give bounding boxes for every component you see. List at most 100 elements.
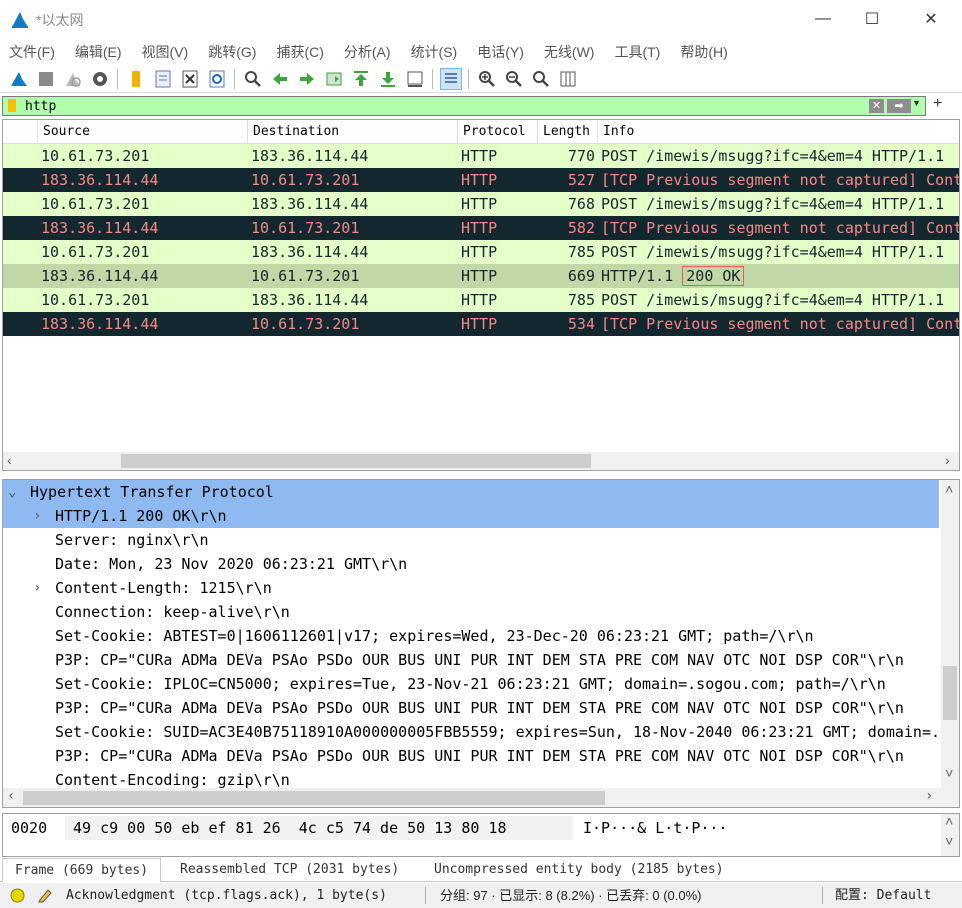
first-packet-icon[interactable] xyxy=(350,68,372,90)
add-filter-button[interactable]: + xyxy=(933,95,942,113)
resize-columns-icon[interactable] xyxy=(557,68,579,90)
menu-tools[interactable]: 工具(T) xyxy=(614,42,660,62)
back-arrow-icon[interactable] xyxy=(269,68,291,90)
detail-line[interactable]: Set-Cookie: ABTEST=0|1606112601|v17; exp… xyxy=(3,624,939,648)
colorize-icon[interactable] xyxy=(439,67,462,90)
detail-line[interactable]: Server: nginx\r\n xyxy=(3,528,939,552)
minimize-button[interactable]: — xyxy=(800,0,846,38)
column-destination[interactable]: Destination xyxy=(247,120,457,144)
display-filter-input[interactable] xyxy=(25,98,865,115)
packet-length: 534 xyxy=(567,315,595,333)
autoscroll-icon[interactable] xyxy=(404,68,426,90)
bytes-ascii[interactable]: I·P···& L·t·P··· xyxy=(583,816,728,840)
zoom-normal-icon[interactable] xyxy=(530,68,552,90)
menu-wireless[interactable]: 无线(W) xyxy=(544,42,595,62)
packet-row[interactable]: 183.36.114.44 10.61.73.201 HTTP 669 HTTP/1.1… xyxy=(3,264,959,288)
main-toolbar xyxy=(0,65,962,93)
forward-arrow-icon[interactable] xyxy=(296,68,318,90)
detail-line[interactable]: › Content-Length: 1215\r\n xyxy=(3,576,939,600)
packet-protocol: HTTP xyxy=(461,219,498,237)
packet-row[interactable]: 10.61.73.201 183.36.114.44 HTTP 770 POST /im… xyxy=(3,144,959,168)
save-file-icon[interactable] xyxy=(152,68,174,90)
shark-fin-start-icon[interactable] xyxy=(8,68,30,90)
expand-chevron-icon[interactable]: › xyxy=(33,576,41,600)
expert-info-led-icon[interactable] xyxy=(10,888,25,903)
tab-uncompressed-body[interactable]: Uncompressed entity body (2185 bytes) xyxy=(422,858,736,882)
packet-row[interactable]: 10.61.73.201 183.36.114.44 HTTP 768 POST /im… xyxy=(3,192,959,216)
packet-row[interactable]: 183.36.114.44 10.61.73.201 HTTP 527 [TCP Pre… xyxy=(3,168,959,192)
column-source[interactable]: Source xyxy=(37,120,247,144)
apply-filter-icon[interactable]: ➡ xyxy=(887,99,911,113)
menu-statistics[interactable]: 统计(S) xyxy=(411,42,458,62)
stop-icon[interactable] xyxy=(35,68,57,90)
menu-capture[interactable]: 捕获(C) xyxy=(276,42,323,62)
detail-line[interactable]: Connection: keep-alive\r\n xyxy=(3,600,939,624)
packet-row[interactable]: 183.36.114.44 10.61.73.201 HTTP 534 [TCP Pre… xyxy=(3,312,959,336)
go-to-packet-icon[interactable] xyxy=(323,68,345,90)
display-filter-box: ✕ ➡ xyxy=(2,96,926,116)
tab-frame[interactable]: Frame (669 bytes) xyxy=(2,858,162,882)
collapse-chevron-icon[interactable]: ⌄ xyxy=(8,480,16,504)
details-hscrollbar[interactable]: ‹ › xyxy=(3,788,959,807)
scrollbar-thumb[interactable] xyxy=(23,791,605,805)
packet-row[interactable]: 10.61.73.201 183.36.114.44 HTTP 785 POST /im… xyxy=(3,288,959,312)
detail-line[interactable]: P3P: CP="CURa ADMa DEVa PSAo PSDo OUR BU… xyxy=(3,648,939,672)
detail-line[interactable]: ⌄ Hypertext Transfer Protocol xyxy=(3,480,939,504)
bytes-hex[interactable]: 49 c9 00 50 eb ef 81 26 4c c5 74 de 50 1… xyxy=(73,816,506,840)
packet-list-hscrollbar[interactable]: ‹ › xyxy=(3,452,959,470)
title-bar: *以太网 — ☐ ✕ xyxy=(0,0,962,38)
packet-row[interactable]: 183.36.114.44 10.61.73.201 HTTP 582 [TCP Pre… xyxy=(3,216,959,240)
packet-destination: 183.36.114.44 xyxy=(251,195,369,213)
scrollbar-thumb[interactable] xyxy=(121,454,591,468)
scroll-up-icon[interactable]: ˄ xyxy=(945,482,953,499)
status-profile[interactable]: 配置: Default xyxy=(835,883,931,908)
filter-history-dropdown[interactable]: ▼ xyxy=(912,98,921,108)
packet-length: 770 xyxy=(567,147,595,165)
packet-row[interactable]: 10.61.73.201 183.36.114.44 HTTP 785 POST /im… xyxy=(3,240,959,264)
detail-line[interactable]: Set-Cookie: IPLOC=CN5000; expires=Tue, 2… xyxy=(3,672,939,696)
column-length[interactable]: Length xyxy=(537,120,597,144)
tab-reassembled-tcp[interactable]: Reassembled TCP (2031 bytes) xyxy=(168,858,411,882)
scroll-up-icon[interactable]: ˄ xyxy=(945,814,953,831)
open-folder-icon[interactable] xyxy=(125,68,147,90)
menu-help[interactable]: 帮助(H) xyxy=(680,42,727,62)
close-button[interactable]: ✕ xyxy=(908,0,954,38)
menu-analyze[interactable]: 分析(A) xyxy=(344,42,391,62)
scroll-left-icon[interactable]: ‹ xyxy=(7,788,15,804)
last-packet-icon[interactable] xyxy=(377,68,399,90)
edit-comment-icon[interactable] xyxy=(37,887,53,903)
menu-telephony[interactable]: 电话(Y) xyxy=(477,42,524,62)
clear-filter-icon[interactable]: ✕ xyxy=(869,99,884,113)
detail-line[interactable]: P3P: CP="CURa ADMa DEVa PSAo PSDo OUR BU… xyxy=(3,744,939,768)
scroll-right-icon[interactable]: › xyxy=(945,452,950,468)
toolbar-separator xyxy=(117,68,118,89)
scroll-left-icon[interactable]: ‹ xyxy=(7,452,12,468)
options-gear-icon[interactable] xyxy=(89,68,111,90)
close-file-icon[interactable] xyxy=(179,68,201,90)
expand-chevron-icon[interactable]: › xyxy=(33,504,41,528)
restart-icon[interactable] xyxy=(62,68,84,90)
reload-icon[interactable] xyxy=(206,68,228,90)
zoom-out-icon[interactable] xyxy=(503,68,525,90)
column-info[interactable]: Info xyxy=(597,120,959,144)
detail-line[interactable]: Set-Cookie: SUID=AC3E40B75118910A0000000… xyxy=(3,720,939,744)
detail-line[interactable]: Date: Mon, 23 Nov 2020 06:23:21 GMT\r\n xyxy=(3,552,939,576)
menu-go[interactable]: 跳转(G) xyxy=(208,42,256,62)
maximize-button[interactable]: ☐ xyxy=(849,0,895,38)
scroll-right-icon[interactable]: › xyxy=(925,788,933,804)
column-protocol[interactable]: Protocol xyxy=(457,120,537,144)
scroll-down-icon[interactable]: ˅ xyxy=(945,834,953,851)
details-vscrollbar[interactable]: ˄ ˅ xyxy=(941,480,959,788)
detail-line[interactable]: P3P: CP="CURa ADMa DEVa PSAo PSDo OUR BU… xyxy=(3,696,939,720)
menu-edit[interactable]: 编辑(E) xyxy=(75,42,122,62)
menu-file[interactable]: 文件(F) xyxy=(9,42,55,62)
bytes-vscrollbar[interactable]: ˄ ˅ xyxy=(941,814,959,856)
menu-view[interactable]: 视图(V) xyxy=(142,42,189,62)
bookmark-icon[interactable] xyxy=(8,99,16,112)
zoom-in-icon[interactable] xyxy=(476,68,498,90)
detail-line[interactable]: › HTTP/1.1 200 OK\r\n xyxy=(3,504,939,528)
scroll-down-icon[interactable]: ˅ xyxy=(945,766,953,783)
scrollbar-thumb[interactable] xyxy=(943,666,957,720)
find-icon[interactable] xyxy=(242,68,264,90)
display-filter-bar: ✕ ➡ ▼ + xyxy=(0,95,962,117)
